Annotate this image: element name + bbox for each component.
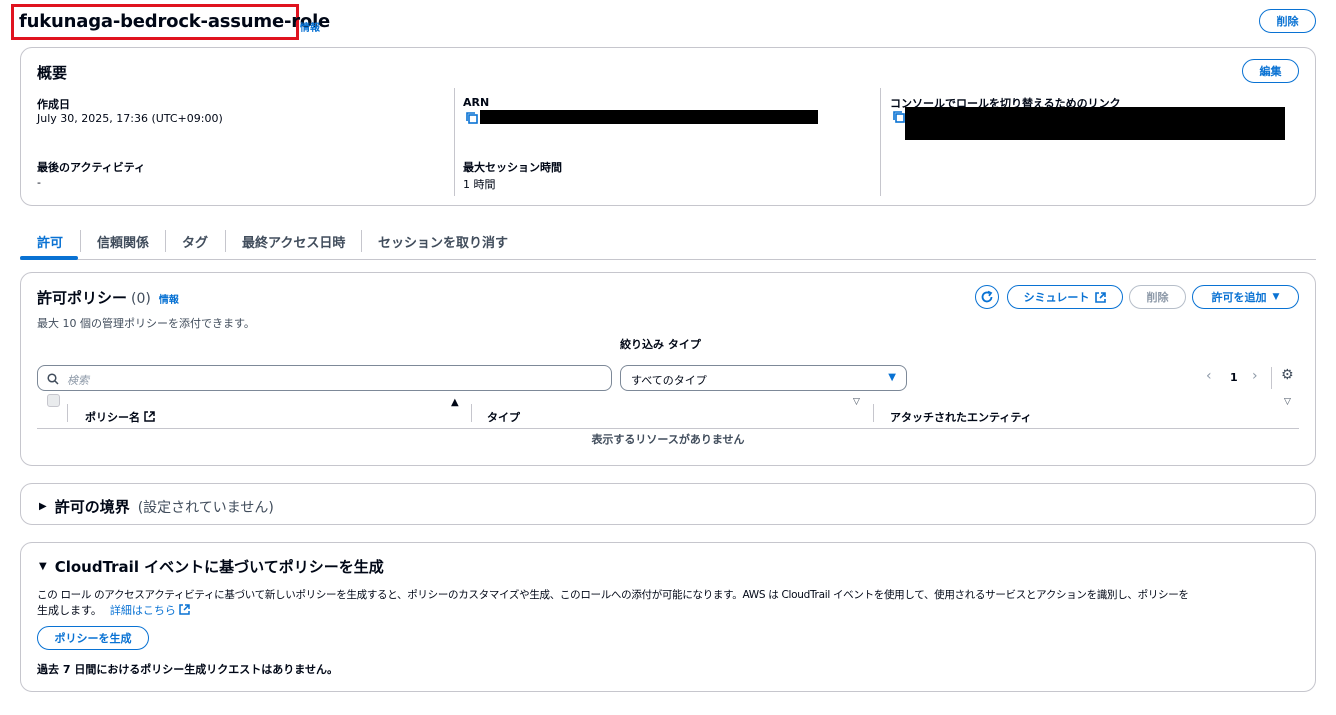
column-divider xyxy=(454,88,455,196)
created-label: 作成日 xyxy=(37,98,70,111)
cloudtrail-card: ▼ CloudTrail イベントに基づいてポリシーを生成 この ロール のアク… xyxy=(20,542,1316,692)
tab-last-accessed[interactable]: 最終アクセス日時 xyxy=(242,232,345,251)
simulate-label: シミュレート xyxy=(1023,291,1090,304)
generate-policy-button[interactable]: ポリシーを生成 xyxy=(37,626,149,650)
sort-icon[interactable]: ▽ xyxy=(1284,397,1291,407)
tab-separator xyxy=(80,230,81,252)
search-icon xyxy=(47,373,59,385)
column-separator xyxy=(873,404,874,422)
learn-more-label: 詳細はこちら xyxy=(109,604,176,617)
max-session-value: 1 時間 xyxy=(463,178,496,191)
column-divider xyxy=(880,88,881,196)
sort-icon[interactable]: ▽ xyxy=(853,397,860,407)
expand-caret-icon: ▶ xyxy=(39,501,47,512)
page-number[interactable]: 1 xyxy=(1230,371,1238,384)
refresh-icon xyxy=(981,290,993,303)
policies-description: 最大 10 個の管理ポリシーを添付できます。 xyxy=(37,317,255,330)
delete-policy-button[interactable]: 削除 xyxy=(1129,285,1186,309)
select-caret-icon: ▼ xyxy=(888,372,896,383)
learn-more-link[interactable]: 詳細はこちら xyxy=(110,602,191,618)
boundary-status: (設定されていません) xyxy=(137,499,274,516)
role-tabs: 許可 信頼関係 タグ 最終アクセス日時 セッションを取り消す xyxy=(20,226,1316,260)
policies-count: (0) xyxy=(131,291,151,307)
tab-trust-relationships[interactable]: 信頼関係 xyxy=(97,232,149,251)
col-attached-entities[interactable]: アタッチされたエンティティ xyxy=(890,409,1032,425)
next-page-icon[interactable]: › xyxy=(1252,368,1258,384)
prev-page-icon[interactable]: ‹ xyxy=(1206,368,1212,384)
switch-link-redacted xyxy=(905,107,1285,140)
settings-gear-icon[interactable]: ⚙ xyxy=(1281,367,1294,383)
generate-policy-label: ポリシーを生成 xyxy=(54,632,132,645)
delete-role-label: 削除 xyxy=(1276,15,1299,28)
arn-label: ARN xyxy=(463,96,490,109)
permissions-boundary-card[interactable]: ▶ 許可の境界 (設定されていません) xyxy=(20,483,1316,525)
edit-label: 編集 xyxy=(1259,65,1282,78)
tab-revoke-sessions[interactable]: セッションを取り消す xyxy=(378,232,508,251)
tab-tags[interactable]: タグ xyxy=(182,232,208,251)
simulate-button[interactable]: シミュレート xyxy=(1007,285,1123,309)
empty-state: 表示するリソースがありません xyxy=(591,433,745,446)
pagination-divider xyxy=(1271,367,1272,389)
last-activity-label: 最後のアクティビティ xyxy=(37,161,146,174)
search-placeholder: 検索 xyxy=(67,374,89,387)
tab-permissions[interactable]: 許可 xyxy=(37,232,63,251)
collapse-caret-icon[interactable]: ▼ xyxy=(39,561,47,572)
permission-policies-card: 許可ポリシー (0) 情報 最大 10 個の管理ポリシーを添付できます。 シミュ… xyxy=(20,272,1316,466)
cloudtrail-description-end: 生成します。 xyxy=(37,604,102,617)
title-info-link[interactable]: 情報 xyxy=(300,19,320,34)
external-link-icon xyxy=(144,411,155,422)
cloudtrail-description: この ロール のアクセスアクティビティに基づいて新しいポリシーを生成すると、ポリ… xyxy=(37,589,1189,601)
boundary-heading: 許可の境界 xyxy=(54,498,130,516)
policies-info-link[interactable]: 情報 xyxy=(159,291,179,306)
max-session-label: 最大セッション時間 xyxy=(463,161,562,174)
external-link-icon xyxy=(1095,291,1107,303)
active-tab-indicator xyxy=(20,256,78,260)
created-value: July 30, 2025, 17:36 (UTC+09:00) xyxy=(37,112,223,125)
copy-arn-icon[interactable] xyxy=(465,111,479,125)
filter-type-select[interactable]: すべてのタイプ ▼ xyxy=(620,365,907,391)
edit-button[interactable]: 編集 xyxy=(1242,59,1299,83)
policies-heading: 許可ポリシー xyxy=(37,289,128,307)
tab-separator xyxy=(165,230,166,252)
add-permissions-label: 許可を追加 xyxy=(1211,291,1267,304)
page-title: fukunaga-bedrock-assume-role xyxy=(19,11,331,32)
summary-card: 概要 編集 作成日 July 30, 2025, 17:36 (UTC+09:0… xyxy=(20,47,1316,206)
table-header-divider xyxy=(37,428,1299,429)
no-requests-text: 過去 7 日間におけるポリシー生成リクエストはありません。 xyxy=(37,663,338,676)
column-separator xyxy=(67,404,68,422)
col-policy-name-label: ポリシー名 xyxy=(85,411,140,424)
select-all-checkbox[interactable] xyxy=(47,394,60,407)
summary-heading: 概要 xyxy=(37,64,68,82)
last-activity-value: - xyxy=(37,176,41,189)
arn-value-redacted xyxy=(480,110,818,124)
copy-link-icon[interactable] xyxy=(892,110,906,124)
add-permissions-button[interactable]: 許可を追加 ▼ xyxy=(1192,285,1299,309)
filter-type-label: 絞り込み タイプ xyxy=(620,338,701,351)
col-policy-name[interactable]: ポリシー名 xyxy=(85,409,155,425)
tab-separator xyxy=(225,230,226,252)
cloudtrail-heading: CloudTrail イベントに基づいてポリシーを生成 xyxy=(54,558,384,576)
refresh-button[interactable] xyxy=(975,285,999,309)
search-input[interactable]: 検索 xyxy=(37,365,612,391)
external-link-icon xyxy=(179,604,191,615)
tab-separator xyxy=(361,230,362,252)
filter-type-value: すべてのタイプ xyxy=(631,374,707,387)
delete-role-button[interactable]: 削除 xyxy=(1259,9,1316,33)
column-separator xyxy=(471,404,472,422)
sort-ascending-icon[interactable]: ▲ xyxy=(451,397,459,408)
caret-down-icon: ▼ xyxy=(1272,292,1280,302)
delete-policy-label: 削除 xyxy=(1146,291,1169,304)
col-type[interactable]: タイプ xyxy=(487,409,520,425)
